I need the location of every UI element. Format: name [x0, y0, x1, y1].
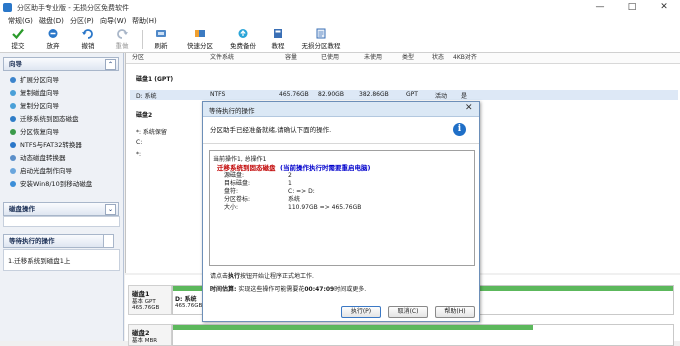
table-row[interactable]: C:: [136, 139, 142, 146]
op-title-line: 迁移系统到固态磁盘 (当前操作执行时需要重启电脑): [217, 164, 371, 172]
disk2-info[interactable]: 磁盘2 基本 MBR: [128, 324, 172, 346]
op-fields: 源磁盘: 2 目标磁盘: 1 盘符: C: => D: 分区卷标: 系统 大小: 110.…: [224, 172, 361, 212]
disk2-partition-bar[interactable]: [172, 324, 674, 346]
col-4k-align[interactable]: 4KB对齐: [453, 53, 477, 63]
redo-icon: [117, 29, 128, 39]
app-icon: [3, 3, 12, 12]
redo-button[interactable]: 重做: [109, 28, 135, 51]
table-header: 分区 文件系统 容量 已使用 未使用 类型 状态 4KB对齐: [126, 53, 680, 64]
pending-list: 1.迁移系统到磁盘1上: [3, 249, 120, 271]
windows-icon: [10, 181, 16, 187]
copy-disk-icon: [10, 90, 16, 96]
op-field-row: 大小: 110.97GB => 465.76GB: [224, 204, 362, 211]
discard-icon: [48, 29, 58, 38]
wizard-item-copy-disk[interactable]: 复制磁盘向导: [10, 87, 59, 99]
dialog-title-bar: 等待执行的操作 ✕: [203, 102, 479, 117]
pending-toggle[interactable]: [103, 234, 114, 248]
wizard-item-boot-cd[interactable]: 启动光盘制作向导: [10, 165, 72, 177]
title-bar: 分区助手专业版 - 无损分区免费软件 — □ ✕: [0, 0, 680, 16]
col-capacity[interactable]: 容量: [285, 53, 297, 63]
col-status[interactable]: 状态: [432, 53, 444, 63]
execute-hint: 请点击执行按钮开始让程序正式地工作.: [210, 273, 314, 280]
operation-details: 当前操作1, 总操作1 迁移系统到固态磁盘 (当前操作执行时需要重启电脑) 源磁…: [209, 150, 475, 266]
op-field-row: 分区卷标: 系统: [224, 196, 301, 203]
close-button[interactable]: ✕: [648, 0, 680, 15]
quick-partition-icon: [195, 30, 205, 37]
extend-icon: [10, 77, 16, 83]
cd-icon: [10, 168, 16, 174]
disk-ops-panel-header[interactable]: 磁盘操作 ⌄: [3, 202, 119, 216]
menu-bar: 常规(G) 磁盘(D) 分区(P) 向导(W) 帮助(H): [0, 15, 680, 27]
maximize-button[interactable]: □: [616, 0, 648, 15]
window-title: 分区助手专业版 - 无损分区免费软件: [17, 4, 129, 12]
copy-partition-icon: [10, 103, 16, 109]
disk2-group-label: 磁盘2: [136, 112, 153, 119]
quick-partition-button[interactable]: 快速分区: [182, 28, 218, 51]
disk1-info[interactable]: 磁盘1 基本 GPT 465.76GB: [128, 285, 172, 315]
wizard-item-ntfs-fat32[interactable]: NTFS与FAT32转换器: [10, 139, 82, 151]
tutorial-doc-icon: [316, 28, 326, 39]
dynamic-disk-icon: [10, 155, 16, 161]
table-row[interactable]: *: 系统保留: [136, 127, 167, 136]
menu-wizard[interactable]: 向导(W): [100, 16, 126, 26]
wizard-item-migrate-os[interactable]: 迁移系统到固态磁盘: [10, 113, 79, 125]
disk2-usage-fill: [173, 325, 533, 330]
menu-disk[interactable]: 磁盘(D): [39, 16, 64, 26]
dialog-message: 分区助手已经准备就绪,请确认下面的操作.: [210, 126, 332, 134]
toolbar: 提交 放弃 撤销 重做 刷新 快速分区 免费备份 教程 无损分区教程: [0, 27, 680, 53]
left-panel: 向导 ⌃ 扩展分区向导 复制磁盘向导 复制分区向导 迁移系统到固态磁盘 分区恢复…: [0, 53, 124, 341]
col-filesystem[interactable]: 文件系统: [210, 53, 234, 63]
menu-help[interactable]: 帮助(H): [132, 16, 157, 26]
wizard-item-dynamic-disk[interactable]: 动态磁盘转换器: [10, 152, 66, 164]
pending-item[interactable]: 1.迁移系统到磁盘1上: [8, 255, 70, 265]
minimize-button[interactable]: —: [584, 0, 616, 15]
op-field-row: 盘符: C: => D:: [224, 188, 315, 195]
menu-partition[interactable]: 分区(P): [70, 16, 94, 26]
wizard-panel-header[interactable]: 向导 ⌃: [3, 57, 119, 71]
undo-button[interactable]: 撤销: [75, 28, 101, 51]
dialog-title: 等待执行的操作: [209, 107, 255, 115]
table-row[interactable]: *:: [136, 151, 141, 158]
backup-icon: [238, 29, 248, 38]
op-field-row: 源磁盘: 2: [224, 172, 292, 179]
col-type[interactable]: 类型: [402, 53, 414, 63]
free-backup-button[interactable]: 免费备份: [226, 28, 260, 51]
book-icon: [274, 29, 282, 38]
wizard-item-extend-partition[interactable]: 扩展分区向导: [10, 74, 59, 86]
lossless-tutorial-button[interactable]: 无损分区教程: [298, 28, 344, 51]
pending-operations-dialog: 等待执行的操作 ✕ 分区助手已经准备就绪,请确认下面的操作. i 当前操作1, …: [202, 101, 480, 322]
convert-icon: [10, 142, 16, 148]
disk1-group-label: 磁盘1 (GPT): [136, 76, 174, 83]
commit-button[interactable]: 提交: [6, 28, 30, 51]
dialog-divider: [203, 143, 479, 144]
cancel-button[interactable]: 取消(C): [388, 306, 428, 318]
undo-icon: [82, 29, 93, 39]
help-button[interactable]: 帮助(H): [435, 306, 475, 318]
toolbar-divider: [142, 30, 143, 49]
collapse-chevron-icon[interactable]: ⌄: [105, 204, 116, 215]
checkmark-icon: [12, 28, 24, 39]
col-partition[interactable]: 分区: [132, 53, 144, 63]
dialog-close-icon[interactable]: ✕: [465, 103, 473, 113]
time-estimate: 时间估算: 实现这些操作可能需要花00:47:09时间或更多.: [210, 286, 367, 293]
recovery-icon: [10, 129, 16, 135]
wizard-item-partition-recovery[interactable]: 分区恢复向导: [10, 126, 59, 138]
tutorial-button[interactable]: 教程: [267, 28, 289, 51]
wizard-item-windows-to-go[interactable]: 安装Win8/10到移动磁盘: [10, 178, 92, 190]
wizard-item-copy-partition[interactable]: 复制分区向导: [10, 100, 59, 112]
refresh-button[interactable]: 刷新: [148, 28, 174, 51]
menu-general[interactable]: 常规(G): [8, 16, 33, 26]
refresh-icon: [156, 30, 166, 37]
discard-button[interactable]: 放弃: [40, 28, 66, 51]
disk-ops-area: [3, 216, 120, 227]
collapse-chevron-icon[interactable]: ⌃: [105, 59, 116, 70]
pending-panel-header: 等待执行的操作: [3, 234, 108, 248]
op-field-row: 目标磁盘: 1: [224, 180, 292, 187]
col-unused[interactable]: 未使用: [364, 53, 382, 63]
execute-button[interactable]: 执行(P): [341, 306, 381, 318]
migrate-icon: [10, 116, 16, 122]
table-row[interactable]: D: 系统 NTFS 465.76GB 82.90GB 382.86GB GPT…: [130, 90, 678, 100]
col-used[interactable]: 已使用: [321, 53, 339, 63]
info-icon: i: [453, 123, 466, 136]
